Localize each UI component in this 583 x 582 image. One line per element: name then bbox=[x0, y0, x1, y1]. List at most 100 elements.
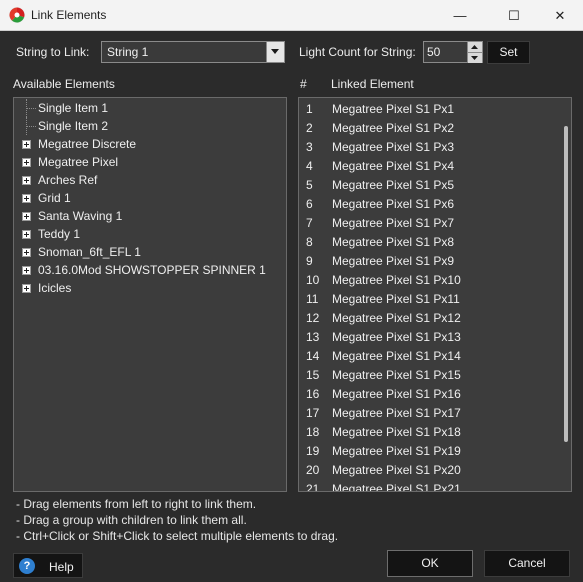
hint-line-2: - Drag a group with children to link the… bbox=[16, 513, 247, 527]
row-element-name: Megatree Pixel S1 Px13 bbox=[332, 330, 461, 344]
tree-item[interactable]: Single Item 1 bbox=[14, 99, 284, 117]
tree-connector-line bbox=[27, 126, 36, 127]
row-number: 18 bbox=[306, 425, 320, 439]
linked-row[interactable]: 5 Megatree Pixel S1 Px5 bbox=[299, 175, 561, 194]
linked-row[interactable]: 11 Megatree Pixel S1 Px11 bbox=[299, 289, 561, 308]
expand-plus-icon[interactable] bbox=[22, 266, 31, 275]
linked-row[interactable]: 6 Megatree Pixel S1 Px6 bbox=[299, 194, 561, 213]
tree-item[interactable]: Megatree Discrete bbox=[14, 135, 284, 153]
linked-row[interactable]: 3 Megatree Pixel S1 Px3 bbox=[299, 137, 561, 156]
row-number: 12 bbox=[306, 311, 320, 325]
title-bar: Link Elements — ☐ ✕ bbox=[0, 0, 583, 31]
linked-row[interactable]: 12 Megatree Pixel S1 Px12 bbox=[299, 308, 561, 327]
row-number: 7 bbox=[306, 216, 313, 230]
row-element-name: Megatree Pixel S1 Px15 bbox=[332, 368, 461, 382]
row-number: 21 bbox=[306, 482, 320, 492]
linked-row[interactable]: 1 Megatree Pixel S1 Px1 bbox=[299, 99, 561, 118]
tree-item[interactable]: Single Item 2 bbox=[14, 117, 284, 135]
linked-row[interactable]: 19 Megatree Pixel S1 Px19 bbox=[299, 441, 561, 460]
linked-row[interactable]: 13 Megatree Pixel S1 Px13 bbox=[299, 327, 561, 346]
linked-row[interactable]: 18 Megatree Pixel S1 Px18 bbox=[299, 422, 561, 441]
ok-button[interactable]: OK bbox=[387, 550, 473, 577]
expand-plus-icon[interactable] bbox=[22, 230, 31, 239]
window-title: Link Elements bbox=[31, 8, 107, 22]
row-number: 1 bbox=[306, 102, 313, 116]
expand-plus-icon[interactable] bbox=[22, 194, 31, 203]
tree-item-label: Arches Ref bbox=[38, 173, 98, 187]
light-count-spinner[interactable]: 50 bbox=[423, 41, 483, 63]
scrollbar-thumb[interactable] bbox=[564, 126, 568, 442]
linked-row[interactable]: 9 Megatree Pixel S1 Px9 bbox=[299, 251, 561, 270]
linked-row[interactable]: 2 Megatree Pixel S1 Px2 bbox=[299, 118, 561, 137]
expand-plus-icon[interactable] bbox=[22, 158, 31, 167]
set-button[interactable]: Set bbox=[487, 41, 530, 64]
expand-plus-icon[interactable] bbox=[22, 140, 31, 149]
row-element-name: Megatree Pixel S1 Px3 bbox=[332, 140, 455, 154]
linked-row[interactable]: 21 Megatree Pixel S1 Px21 bbox=[299, 479, 561, 492]
row-number: 8 bbox=[306, 235, 313, 249]
dropdown-arrow-button[interactable] bbox=[266, 42, 284, 62]
tree-item-label: Grid 1 bbox=[38, 191, 71, 205]
row-number: 11 bbox=[306, 292, 319, 306]
row-number: 16 bbox=[306, 387, 320, 401]
help-button[interactable]: ? Help bbox=[13, 553, 83, 578]
expand-plus-icon[interactable] bbox=[22, 176, 31, 185]
tree-item-label: Single Item 1 bbox=[38, 101, 109, 115]
tree-item[interactable]: Grid 1 bbox=[14, 189, 284, 207]
row-element-name: Megatree Pixel S1 Px16 bbox=[332, 387, 461, 401]
row-number: 15 bbox=[306, 368, 320, 382]
expand-plus-icon[interactable] bbox=[22, 248, 31, 257]
vertical-scrollbar[interactable] bbox=[561, 98, 571, 491]
tree-connector-line bbox=[27, 108, 36, 109]
tree-item[interactable]: Santa Waving 1 bbox=[14, 207, 284, 225]
linked-row[interactable]: 15 Megatree Pixel S1 Px15 bbox=[299, 365, 561, 384]
row-element-name: Megatree Pixel S1 Px14 bbox=[332, 349, 461, 363]
linked-row[interactable]: 16 Megatree Pixel S1 Px16 bbox=[299, 384, 561, 403]
row-number: 2 bbox=[306, 121, 313, 135]
tree-item[interactable]: 03.16.0Mod SHOWSTOPPER SPINNER 1 bbox=[14, 261, 284, 279]
linked-elements-list[interactable]: 1 Megatree Pixel S1 Px1 2 Megatree Pixel S1… bbox=[298, 97, 572, 492]
maximize-button[interactable]: ☐ bbox=[491, 0, 537, 31]
linked-element-column-header: Linked Element bbox=[331, 77, 414, 91]
linked-row[interactable]: 10 Megatree Pixel S1 Px10 bbox=[299, 270, 561, 289]
string-select-value: String 1 bbox=[107, 45, 149, 59]
row-element-name: Megatree Pixel S1 Px1 bbox=[332, 102, 455, 116]
tree-item[interactable]: Teddy 1 bbox=[14, 225, 284, 243]
tree-item[interactable]: Icicles bbox=[14, 279, 284, 297]
linked-row[interactable]: 14 Megatree Pixel S1 Px14 bbox=[299, 346, 561, 365]
spin-down-button[interactable] bbox=[467, 52, 482, 63]
cancel-button[interactable]: Cancel bbox=[484, 550, 570, 577]
close-button[interactable]: ✕ bbox=[537, 0, 583, 31]
available-elements-tree[interactable]: Single Item 1 Single Item 2 Megatree Discr… bbox=[13, 97, 287, 492]
row-element-name: Megatree Pixel S1 Px18 bbox=[332, 425, 461, 439]
row-element-name: Megatree Pixel S1 Px10 bbox=[332, 273, 461, 287]
row-element-name: Megatree Pixel S1 Px8 bbox=[332, 235, 455, 249]
row-element-name: Megatree Pixel S1 Px6 bbox=[332, 197, 455, 211]
tree-item-label: Megatree Discrete bbox=[38, 137, 137, 151]
row-number: 13 bbox=[306, 330, 320, 344]
string-to-link-label: String to Link: bbox=[16, 45, 90, 59]
tree-item-label: Teddy 1 bbox=[38, 227, 81, 241]
row-element-name: Megatree Pixel S1 Px7 bbox=[332, 216, 455, 230]
spin-up-button[interactable] bbox=[467, 42, 482, 52]
arrow-up-icon bbox=[471, 45, 478, 49]
linked-row[interactable]: 4 Megatree Pixel S1 Px4 bbox=[299, 156, 561, 175]
tree-item[interactable]: Snoman_6ft_EFL 1 bbox=[14, 243, 284, 261]
tree-item[interactable]: Megatree Pixel bbox=[14, 153, 284, 171]
expand-plus-icon[interactable] bbox=[22, 212, 31, 221]
help-icon: ? bbox=[19, 558, 35, 574]
linked-row[interactable]: 7 Megatree Pixel S1 Px7 bbox=[299, 213, 561, 232]
hint-line-1: - Drag elements from left to right to li… bbox=[16, 497, 257, 511]
linked-row[interactable]: 8 Megatree Pixel S1 Px8 bbox=[299, 232, 561, 251]
tree-item[interactable]: Arches Ref bbox=[14, 171, 284, 189]
expand-plus-icon[interactable] bbox=[22, 284, 31, 293]
row-number: 19 bbox=[306, 444, 320, 458]
minimize-button[interactable]: — bbox=[437, 0, 483, 31]
app-logo-icon bbox=[9, 7, 25, 23]
tree-item-label: Snoman_6ft_EFL 1 bbox=[38, 245, 141, 259]
row-number: 4 bbox=[306, 159, 313, 173]
linked-row[interactable]: 20 Megatree Pixel S1 Px20 bbox=[299, 460, 561, 479]
linked-row[interactable]: 17 Megatree Pixel S1 Px17 bbox=[299, 403, 561, 422]
row-number: 6 bbox=[306, 197, 313, 211]
string-select[interactable]: String 1 bbox=[101, 41, 285, 63]
